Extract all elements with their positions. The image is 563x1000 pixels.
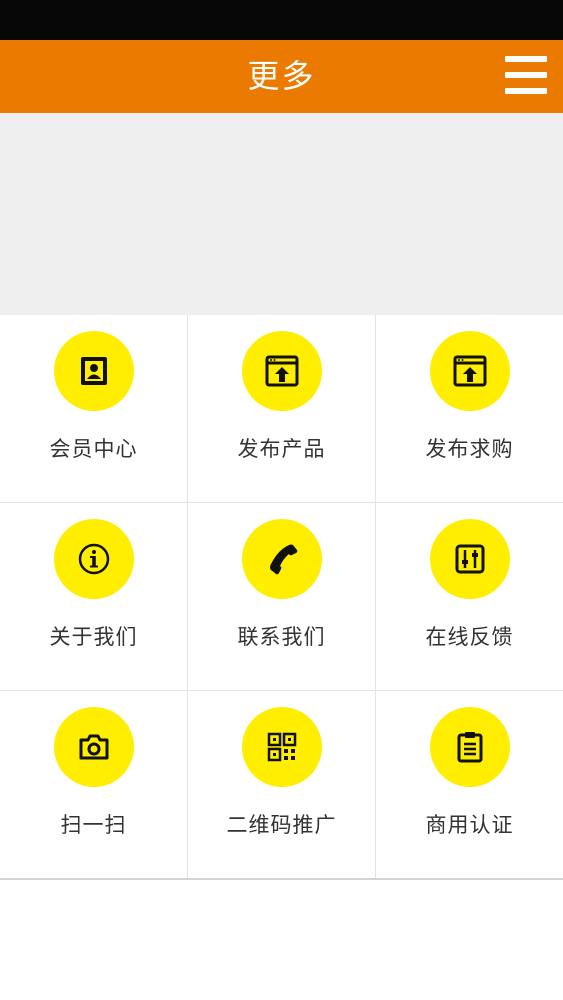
header-bar: 更多	[0, 40, 563, 113]
grid-item-label: 商用认证	[425, 813, 514, 837]
page-title: 更多	[247, 57, 316, 95]
grid-item-qr-promotion[interactable]: 二维码推广	[188, 691, 375, 879]
grid-item-label: 扫一扫	[60, 813, 127, 837]
grid-item-label: 联系我们	[237, 625, 326, 649]
grid-item-business-certification[interactable]: 商用认证	[376, 691, 563, 879]
grid-item-label: 关于我们	[49, 625, 138, 649]
banner-area	[0, 113, 563, 315]
grid-item-about-us[interactable]: 关于我们	[0, 503, 187, 691]
camera-icon	[53, 707, 134, 787]
menu-icon[interactable]	[505, 56, 547, 94]
grid-item-label: 发布产品	[237, 437, 326, 461]
grid-item-member-center[interactable]: 会员中心	[0, 315, 187, 503]
grid-bottom-divider	[0, 878, 563, 880]
grid-item-label: 在线反馈	[425, 625, 514, 649]
publish-upload-icon	[429, 331, 510, 411]
sliders-icon	[429, 519, 510, 599]
grid-item-online-feedback[interactable]: 在线反馈	[376, 503, 563, 691]
grid-item-label: 会员中心	[49, 437, 138, 461]
member-card-icon	[53, 331, 134, 411]
clipboard-icon	[429, 707, 510, 787]
status-bar	[0, 0, 563, 40]
qr-code-icon	[241, 707, 322, 787]
grid-item-publish-purchase[interactable]: 发布求购	[376, 315, 563, 503]
grid-item-label: 发布求购	[425, 437, 514, 461]
phone-icon	[241, 519, 322, 599]
grid-item-contact-us[interactable]: 联系我们	[188, 503, 375, 691]
publish-upload-icon	[241, 331, 322, 411]
info-icon	[53, 519, 134, 599]
grid-item-label: 二维码推广	[226, 813, 337, 837]
function-grid: 会员中心 发布产品 发布求购 关于我们 联系我们 在线反馈 扫一扫 二维码推广 …	[0, 315, 563, 879]
grid-item-scan[interactable]: 扫一扫	[0, 691, 187, 879]
grid-item-publish-product[interactable]: 发布产品	[188, 315, 375, 503]
